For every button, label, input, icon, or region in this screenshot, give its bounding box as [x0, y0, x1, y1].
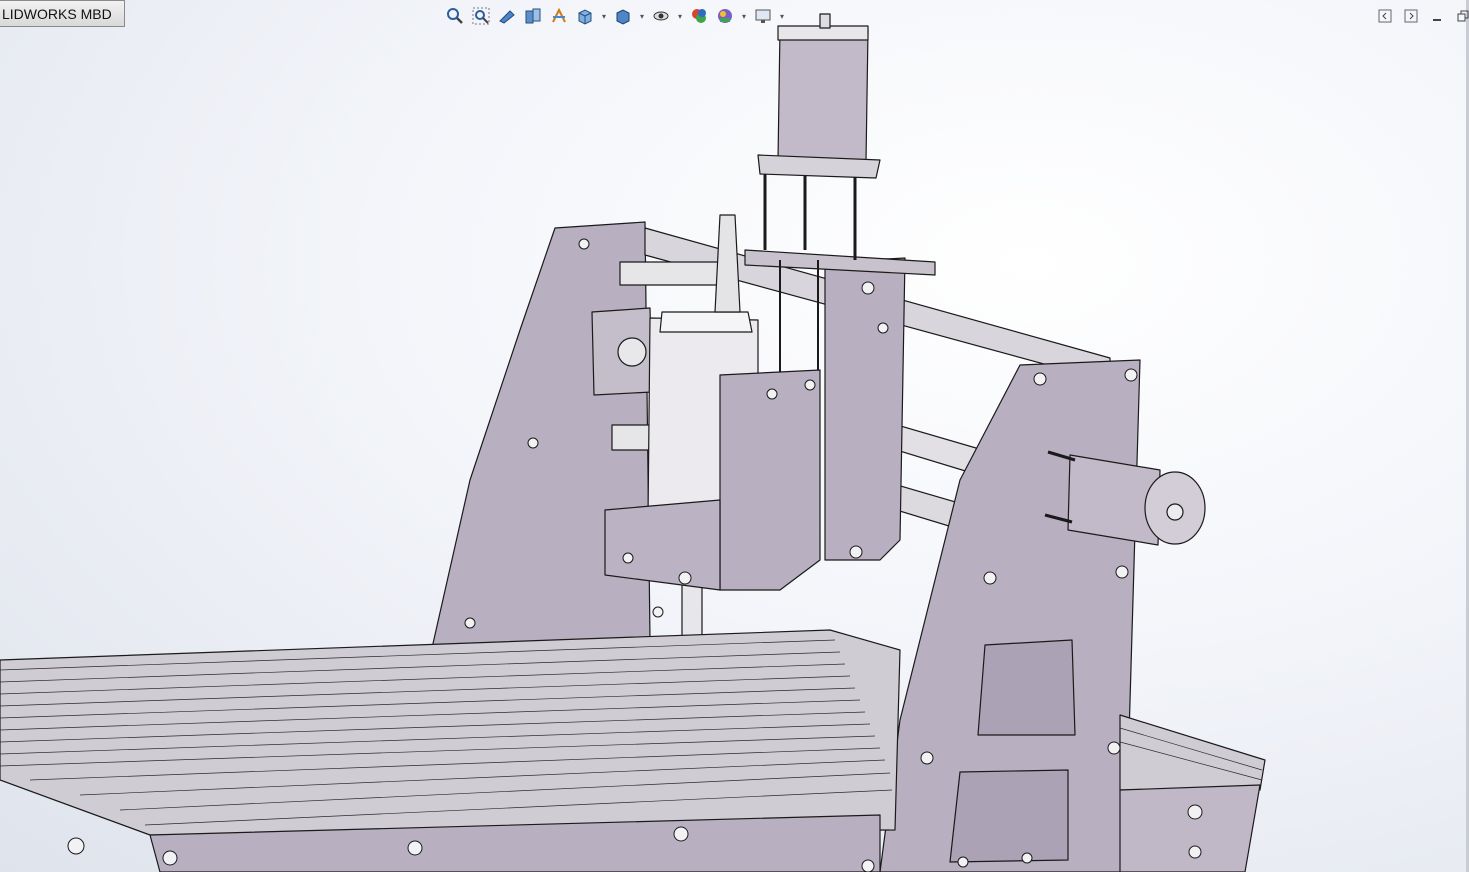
display-style-icon[interactable]: [612, 5, 634, 27]
hide-show-dropdown-icon[interactable]: ▾: [676, 5, 684, 27]
view-settings-icon[interactable]: [752, 5, 774, 27]
edit-appearance-icon[interactable]: [688, 5, 710, 27]
zoom-to-area-icon[interactable]: [470, 5, 492, 27]
section-view-icon[interactable]: [522, 5, 544, 27]
window-controls: [1376, 8, 1469, 24]
apply-scene-dropdown-icon[interactable]: ▾: [740, 5, 748, 27]
view-settings-dropdown-icon[interactable]: ▾: [778, 5, 786, 27]
mbd-tab-label: LIDWORKS MBD: [2, 6, 112, 22]
view-orientation-dropdown-icon[interactable]: ▾: [600, 5, 608, 27]
heads-up-view-toolbar: ▾ ▾ ▾ ▾ ▾: [444, 4, 786, 28]
display-style-dropdown-icon[interactable]: ▾: [638, 5, 646, 27]
dynamic-annotation-icon[interactable]: [548, 5, 570, 27]
z-carriage-plate: [824, 257, 906, 561]
minimize-icon[interactable]: [1428, 8, 1446, 24]
spindle-clamp: [719, 369, 821, 591]
hide-show-items-icon[interactable]: [650, 5, 672, 27]
tile-left-icon[interactable]: [1376, 8, 1394, 24]
apply-scene-icon[interactable]: [714, 5, 736, 27]
view-orientation-icon[interactable]: [574, 5, 596, 27]
t-slot-bed: [0, 629, 901, 836]
tile-right-icon[interactable]: [1402, 8, 1420, 24]
zoom-to-fit-icon[interactable]: [444, 5, 466, 27]
restore-icon[interactable]: [1454, 8, 1469, 24]
z-stepper-motor: [777, 27, 869, 163]
mbd-tab[interactable]: LIDWORKS MBD: [0, 0, 125, 27]
previous-view-icon[interactable]: [496, 5, 518, 27]
graphics-area[interactable]: [0, 0, 1469, 872]
